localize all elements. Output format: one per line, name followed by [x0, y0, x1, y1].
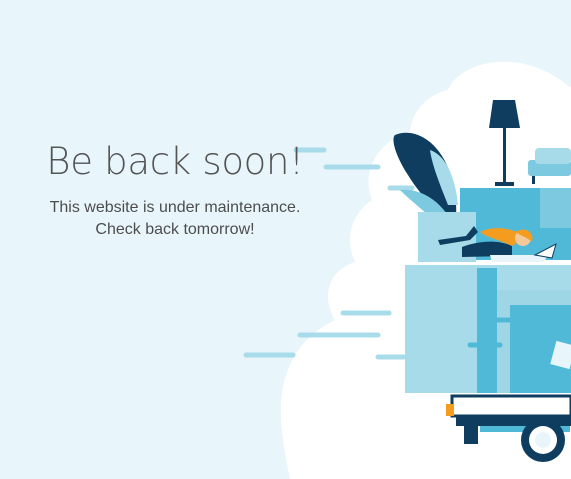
box-strap — [477, 268, 497, 393]
page-title: Be back soon! — [46, 140, 304, 183]
maintenance-message: Be back soon! This website is under main… — [20, 140, 330, 241]
truck-bed — [450, 394, 571, 418]
maintenance-notice: This website is under maintenance. — [49, 199, 301, 216]
return-notice: Check back tomorrow! — [95, 221, 255, 238]
truck-wheel-icon — [521, 418, 565, 462]
